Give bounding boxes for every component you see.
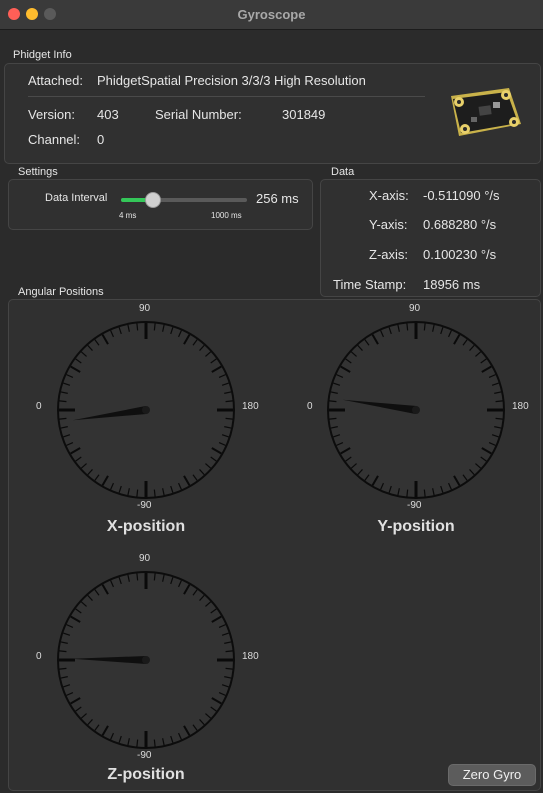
version-label: Version: — [28, 107, 75, 122]
dial-tick — [59, 400, 67, 403]
dial-tick — [423, 323, 426, 331]
dial-tick — [329, 400, 337, 403]
dial-hub — [142, 656, 150, 664]
phidget-info-label: Phidget Info — [13, 49, 72, 61]
dial-tick — [225, 417, 233, 420]
y-dial-0-label: 0 — [307, 401, 313, 412]
slider-knob[interactable] — [145, 192, 161, 208]
dial-tick — [136, 323, 139, 331]
dial-hub — [412, 406, 420, 414]
x-dial-90-label: 90 — [139, 303, 151, 314]
x-axis-label: X-axis: — [369, 188, 409, 203]
slider-min-label: 4 ms — [119, 211, 137, 220]
dial-hub — [142, 406, 150, 414]
dial-tick — [225, 650, 233, 653]
z-dial-90-label: 90 — [139, 553, 151, 564]
title-bar: Gyroscope — [0, 0, 543, 30]
dial-tick — [136, 573, 139, 581]
y-axis-label: Y-axis: — [369, 217, 408, 232]
channel-value: 0 — [97, 132, 105, 147]
data-interval-slider[interactable] — [121, 192, 247, 208]
angular-positions-label: Angular Positions — [18, 286, 104, 298]
x-dial-180-label: 180 — [242, 401, 259, 412]
device-board-image — [451, 88, 521, 136]
x-dial-minus90-label: -90 — [137, 500, 152, 511]
settings-box: Data Interval 256 ms 4 ms 1000 ms — [8, 179, 313, 230]
y-position-dial — [327, 321, 505, 499]
serial-number-value: 301849 — [282, 107, 326, 122]
dial-tick — [153, 739, 156, 747]
dial-tick — [406, 489, 409, 497]
dial-tick — [225, 667, 233, 670]
data-label: Data — [331, 166, 355, 178]
phidget-info-box: Attached: PhidgetSpatial Precision 3/3/3… — [4, 63, 541, 164]
y-dial-90-label: 90 — [409, 303, 421, 314]
dial-tick — [495, 417, 503, 420]
window-title: Gyroscope — [237, 7, 306, 22]
data-interval-value: 256 ms — [256, 191, 299, 206]
dial-tick — [153, 489, 156, 497]
dial-tick — [153, 573, 156, 581]
serial-number-label: Serial Number: — [155, 107, 242, 122]
z-dial-0-label: 0 — [36, 651, 42, 662]
y-dial-minus90-label: -90 — [407, 500, 422, 511]
time-stamp-value: 18956 ms — [423, 277, 481, 292]
z-dial-minus90-label: -90 — [137, 750, 152, 761]
y-axis-value: 0.688280 °/s — [423, 217, 497, 232]
x-axis-value: -0.511090 °/s — [423, 188, 500, 203]
data-box: X-axis: -0.511090 °/s Y-axis: 0.688280 °… — [320, 179, 541, 297]
info-divider — [28, 96, 425, 97]
dial-tick — [406, 323, 409, 331]
dial-tick — [136, 739, 139, 747]
attached-label: Attached: — [28, 73, 83, 88]
dial-tick — [59, 650, 67, 653]
dial-tick — [59, 417, 67, 420]
dial-tick — [153, 323, 156, 331]
dial-tick — [329, 417, 337, 420]
zero-gyro-button[interactable]: Zero Gyro — [448, 764, 536, 786]
z-axis-label: Z-axis: — [369, 247, 408, 262]
dial-tick — [423, 489, 426, 497]
z-position-dial — [57, 571, 235, 749]
y-dial-180-label: 180 — [512, 401, 529, 412]
z-dial-180-label: 180 — [242, 651, 259, 662]
dial-tick — [495, 400, 503, 403]
y-position-label: Y-position — [377, 518, 455, 535]
dial-tick — [225, 400, 233, 403]
time-stamp-label: Time Stamp: — [333, 277, 407, 292]
settings-label: Settings — [18, 166, 58, 178]
attached-value: PhidgetSpatial Precision 3/3/3 High Reso… — [97, 73, 366, 88]
dial-tick — [136, 489, 139, 497]
x-dial-0-label: 0 — [36, 401, 42, 412]
z-axis-value: 0.100230 °/s — [423, 247, 497, 262]
x-position-dial — [57, 321, 235, 499]
z-position-label: Z-position — [107, 766, 185, 783]
version-value: 403 — [97, 107, 119, 122]
dial-tick — [59, 667, 67, 670]
x-position-label: X-position — [106, 518, 186, 535]
slider-max-label: 1000 ms — [211, 211, 242, 220]
channel-label: Channel: — [28, 132, 81, 147]
data-interval-label: Data Interval — [45, 192, 108, 204]
